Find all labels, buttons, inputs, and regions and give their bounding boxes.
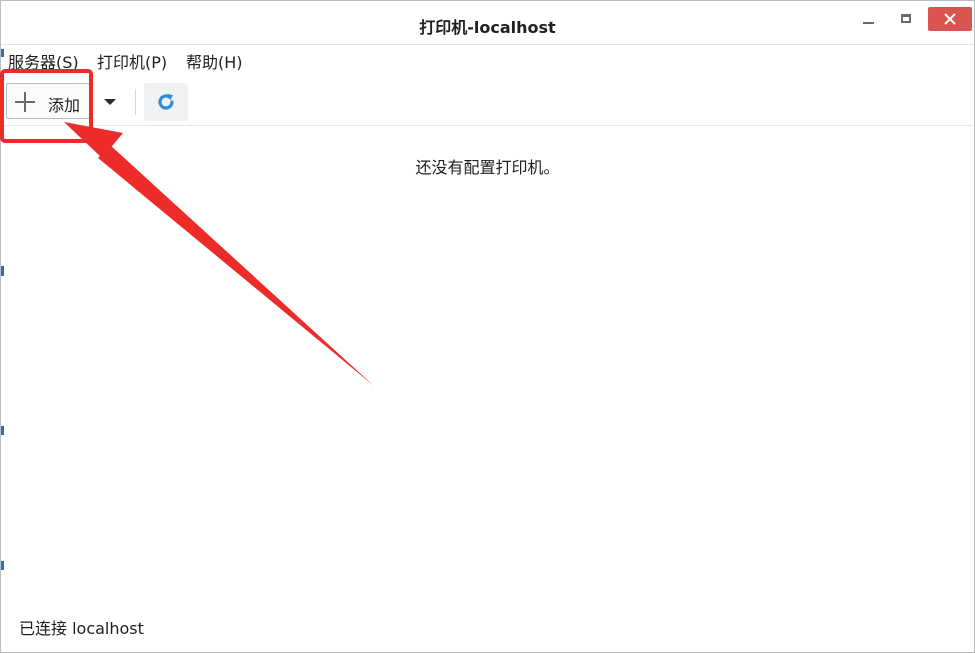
status-bar-text: 已连接 localhost	[19, 619, 144, 638]
window-title: 打印机-localhost	[419, 18, 556, 37]
refresh-button[interactable]	[144, 83, 188, 121]
toolbar: 添加	[1, 79, 974, 126]
toolbar-separator	[135, 89, 136, 115]
close-glyph	[944, 13, 956, 25]
printer-list-area[interactable]: 还没有配置打印机。	[1, 126, 974, 606]
title-bar[interactable]: 打印机-localhost	[1, 1, 974, 45]
close-icon[interactable]	[928, 7, 972, 31]
menu-help[interactable]: 帮助(H)	[186, 49, 243, 73]
menu-printer[interactable]: 打印机(P)	[97, 49, 167, 73]
printer-window: 打印机-localhost 服务器(S) 打印机(P) 帮助(H) 添加 还没有…	[0, 0, 975, 653]
minimize-icon[interactable]	[852, 9, 886, 33]
refresh-icon	[158, 93, 174, 110]
chevron-down-icon[interactable]	[93, 83, 125, 119]
edge-artifact	[1, 49, 4, 57]
maximize-icon[interactable]	[890, 9, 924, 33]
annotation-highlight-box	[0, 69, 93, 143]
empty-state-message: 还没有配置打印机。	[415, 158, 560, 177]
